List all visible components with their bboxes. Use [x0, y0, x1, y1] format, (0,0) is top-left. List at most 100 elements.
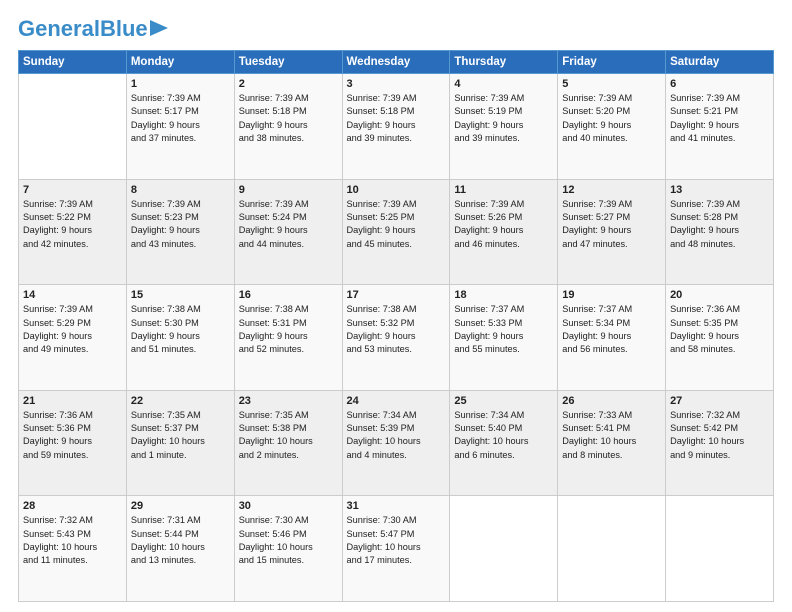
header: GeneralBlue: [18, 18, 774, 40]
calendar-cell: 17Sunrise: 7:38 AMSunset: 5:32 PMDayligh…: [342, 285, 450, 391]
calendar-cell: 31 Sunrise: 7:30 AMSunset: 5:47 PMDayligh…: [342, 496, 450, 602]
day-info: Sunrise: 7:37 AMSunset: 5:34 PMDaylight:…: [562, 303, 661, 356]
day-info: Sunrise: 7:39 AMSunset: 5:27 PMDaylight:…: [562, 198, 661, 251]
day-info: Sunrise: 7:34 AMSunset: 5:39 PMDaylight:…: [347, 409, 446, 462]
day-info: Sunrise: 7:39 AMSunset: 5:23 PMDaylight:…: [131, 198, 230, 251]
day-number: 25: [454, 395, 553, 407]
weekday-tuesday: Tuesday: [234, 51, 342, 74]
day-info: Sunrise: 7:39 AMSunset: 5:17 PMDaylight:…: [131, 92, 230, 145]
day-info: Sunrise: 7:39 AMSunset: 5:20 PMDaylight:…: [562, 92, 661, 145]
page: GeneralBlue SundayMondayTuesdayWednesday…: [0, 0, 792, 612]
day-info: Sunrise: 7:35 AMSunset: 5:37 PMDaylight:…: [131, 409, 230, 462]
day-number: 12: [562, 184, 661, 196]
day-info: Sunrise: 7:33 AMSunset: 5:41 PMDaylight:…: [562, 409, 661, 462]
week-row-1: 7 Sunrise: 7:39 AMSunset: 5:22 PMDaylight…: [19, 179, 774, 285]
week-row-2: 14 Sunrise: 7:39 AMSunset: 5:29 PMDayligh…: [19, 285, 774, 391]
day-info: Sunrise: 7:36 AMSunset: 5:35 PMDaylight:…: [670, 303, 769, 356]
calendar-cell: 18Sunrise: 7:37 AMSunset: 5:33 PMDayligh…: [450, 285, 558, 391]
logo-text: GeneralBlue: [18, 18, 148, 40]
day-info: Sunrise: 7:38 AMSunset: 5:31 PMDaylight:…: [239, 303, 338, 356]
logo-general: General: [18, 16, 100, 41]
day-number: 20: [670, 289, 769, 301]
weekday-thursday: Thursday: [450, 51, 558, 74]
day-number: 31: [347, 500, 446, 512]
calendar-cell: 11 Sunrise: 7:39 AMSunset: 5:26 PMDayligh…: [450, 179, 558, 285]
day-number: 22: [131, 395, 230, 407]
logo-arrow-icon: [150, 20, 168, 41]
day-number: 14: [23, 289, 122, 301]
calendar-cell: [19, 74, 127, 180]
calendar-cell: 9Sunrise: 7:39 AMSunset: 5:24 PMDaylight…: [234, 179, 342, 285]
day-number: 18: [454, 289, 553, 301]
weekday-saturday: Saturday: [666, 51, 774, 74]
day-info: Sunrise: 7:36 AMSunset: 5:36 PMDaylight:…: [23, 409, 122, 462]
day-info: Sunrise: 7:34 AMSunset: 5:40 PMDaylight:…: [454, 409, 553, 462]
calendar-cell: 5 Sunrise: 7:39 AMSunset: 5:20 PMDaylight…: [558, 74, 666, 180]
day-number: 27: [670, 395, 769, 407]
day-info: Sunrise: 7:31 AMSunset: 5:44 PMDaylight:…: [131, 514, 230, 567]
calendar-cell: 21 Sunrise: 7:36 AMSunset: 5:36 PMDayligh…: [19, 390, 127, 496]
calendar-cell: 15Sunrise: 7:38 AMSunset: 5:30 PMDayligh…: [126, 285, 234, 391]
day-info: Sunrise: 7:39 AMSunset: 5:25 PMDaylight:…: [347, 198, 446, 251]
calendar-cell: 7 Sunrise: 7:39 AMSunset: 5:22 PMDaylight…: [19, 179, 127, 285]
calendar-cell: 2Sunrise: 7:39 AMSunset: 5:18 PMDaylight…: [234, 74, 342, 180]
calendar-cell: 4 Sunrise: 7:39 AMSunset: 5:19 PMDaylight…: [450, 74, 558, 180]
day-number: 11: [454, 184, 553, 196]
day-info: Sunrise: 7:30 AMSunset: 5:47 PMDaylight:…: [347, 514, 446, 567]
day-number: 19: [562, 289, 661, 301]
calendar-cell: 25 Sunrise: 7:34 AMSunset: 5:40 PMDayligh…: [450, 390, 558, 496]
calendar-cell: 13 Sunrise: 7:39 AMSunset: 5:28 PMDayligh…: [666, 179, 774, 285]
day-info: Sunrise: 7:39 AMSunset: 5:18 PMDaylight:…: [347, 92, 446, 145]
calendar-cell: 6 Sunrise: 7:39 AMSunset: 5:21 PMDaylight…: [666, 74, 774, 180]
day-info: Sunrise: 7:39 AMSunset: 5:29 PMDaylight:…: [23, 303, 122, 356]
day-number: 30: [239, 500, 338, 512]
day-number: 10: [347, 184, 446, 196]
day-number: 28: [23, 500, 122, 512]
calendar-cell: 27 Sunrise: 7:32 AMSunset: 5:42 PMDayligh…: [666, 390, 774, 496]
calendar-cell: 12 Sunrise: 7:39 AMSunset: 5:27 PMDayligh…: [558, 179, 666, 285]
calendar-cell: 16Sunrise: 7:38 AMSunset: 5:31 PMDayligh…: [234, 285, 342, 391]
calendar-cell: 14 Sunrise: 7:39 AMSunset: 5:29 PMDayligh…: [19, 285, 127, 391]
calendar-cell: [558, 496, 666, 602]
day-info: Sunrise: 7:35 AMSunset: 5:38 PMDaylight:…: [239, 409, 338, 462]
calendar-cell: 19 Sunrise: 7:37 AMSunset: 5:34 PMDayligh…: [558, 285, 666, 391]
day-number: 17: [347, 289, 446, 301]
week-row-0: 1 Sunrise: 7:39 AMSunset: 5:17 PMDaylight…: [19, 74, 774, 180]
day-number: 13: [670, 184, 769, 196]
day-number: 9: [239, 184, 338, 196]
day-number: 2: [239, 78, 338, 90]
logo-blue: Blue: [100, 16, 148, 41]
day-info: Sunrise: 7:39 AMSunset: 5:26 PMDaylight:…: [454, 198, 553, 251]
calendar-cell: 20 Sunrise: 7:36 AMSunset: 5:35 PMDayligh…: [666, 285, 774, 391]
day-info: Sunrise: 7:38 AMSunset: 5:30 PMDaylight:…: [131, 303, 230, 356]
day-info: Sunrise: 7:39 AMSunset: 5:28 PMDaylight:…: [670, 198, 769, 251]
calendar-cell: 24 Sunrise: 7:34 AMSunset: 5:39 PMDayligh…: [342, 390, 450, 496]
day-info: Sunrise: 7:32 AMSunset: 5:43 PMDaylight:…: [23, 514, 122, 567]
day-number: 29: [131, 500, 230, 512]
day-info: Sunrise: 7:39 AMSunset: 5:19 PMDaylight:…: [454, 92, 553, 145]
day-info: Sunrise: 7:32 AMSunset: 5:42 PMDaylight:…: [670, 409, 769, 462]
calendar-cell: 23Sunrise: 7:35 AMSunset: 5:38 PMDayligh…: [234, 390, 342, 496]
day-number: 1: [131, 78, 230, 90]
day-info: Sunrise: 7:39 AMSunset: 5:22 PMDaylight:…: [23, 198, 122, 251]
calendar-cell: 3 Sunrise: 7:39 AMSunset: 5:18 PMDaylight…: [342, 74, 450, 180]
day-info: Sunrise: 7:39 AMSunset: 5:21 PMDaylight:…: [670, 92, 769, 145]
day-number: 4: [454, 78, 553, 90]
calendar-cell: 8 Sunrise: 7:39 AMSunset: 5:23 PMDaylight…: [126, 179, 234, 285]
calendar-cell: 1 Sunrise: 7:39 AMSunset: 5:17 PMDaylight…: [126, 74, 234, 180]
weekday-wednesday: Wednesday: [342, 51, 450, 74]
day-number: 26: [562, 395, 661, 407]
calendar-cell: 26 Sunrise: 7:33 AMSunset: 5:41 PMDayligh…: [558, 390, 666, 496]
day-number: 6: [670, 78, 769, 90]
day-number: 3: [347, 78, 446, 90]
day-number: 21: [23, 395, 122, 407]
weekday-sunday: Sunday: [19, 51, 127, 74]
day-info: Sunrise: 7:30 AMSunset: 5:46 PMDaylight:…: [239, 514, 338, 567]
day-number: 8: [131, 184, 230, 196]
week-row-3: 21 Sunrise: 7:36 AMSunset: 5:36 PMDayligh…: [19, 390, 774, 496]
day-number: 7: [23, 184, 122, 196]
logo: GeneralBlue: [18, 18, 168, 40]
day-number: 24: [347, 395, 446, 407]
calendar-cell: [666, 496, 774, 602]
day-number: 5: [562, 78, 661, 90]
